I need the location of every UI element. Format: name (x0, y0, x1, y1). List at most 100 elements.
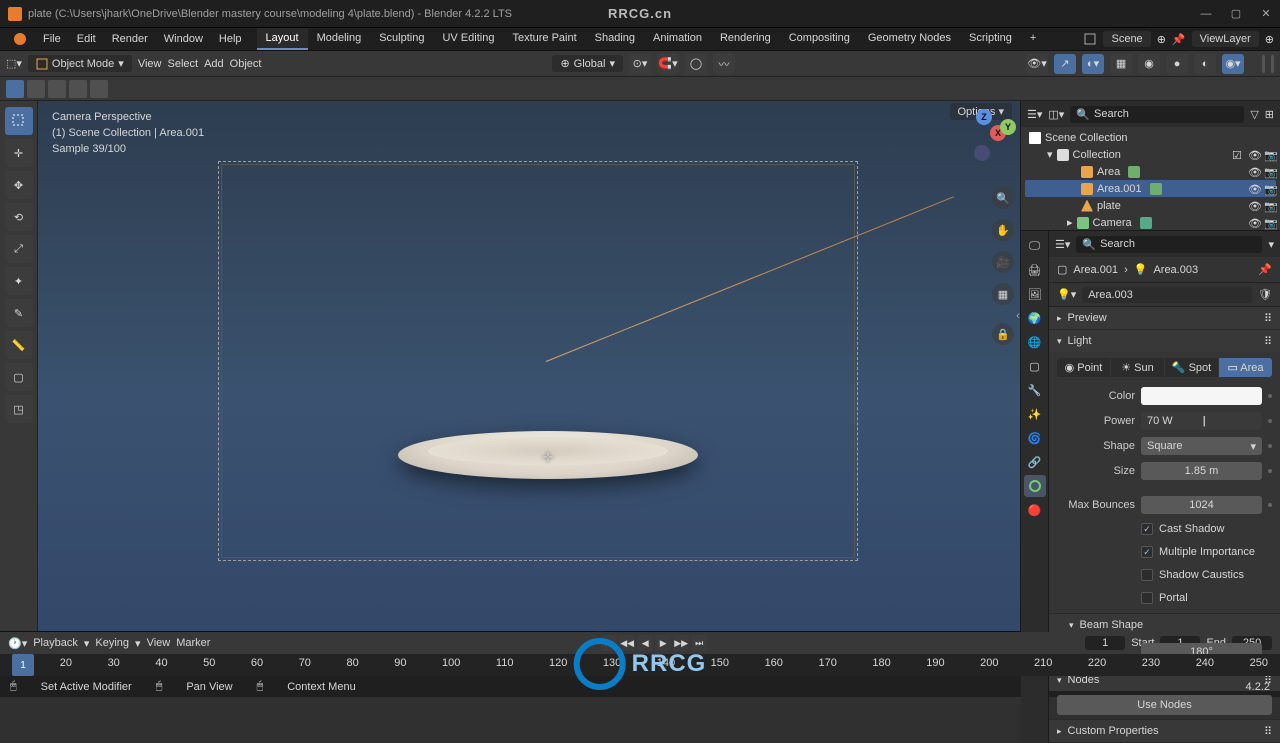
new-collection-icon[interactable]: ⊞ (1265, 108, 1274, 121)
size-field[interactable]: 1.85 m (1141, 462, 1262, 480)
outliner-scene-collection[interactable]: Scene Collection (1025, 129, 1276, 146)
eye-icon[interactable]: 👁 (1248, 166, 1260, 178)
menu-help[interactable]: Help (212, 30, 249, 48)
menu-object[interactable]: Object (230, 58, 262, 70)
pause-icon[interactable] (1262, 55, 1265, 73)
outliner-item-plate[interactable]: plate 👁📷 (1025, 197, 1276, 214)
outliner-collection[interactable]: ▾ Collection ☑👁📷 (1025, 146, 1276, 163)
anim-dot[interactable] (1268, 419, 1272, 423)
menu-select[interactable]: Select (167, 58, 198, 70)
select-box-icon[interactable] (6, 80, 24, 98)
shape-select[interactable]: Square▾ (1141, 437, 1262, 455)
menu-file[interactable]: File (36, 30, 68, 48)
anim-dot[interactable] (1268, 444, 1272, 448)
tab-texture[interactable]: Texture Paint (503, 28, 585, 50)
pivot-icon[interactable]: ⊙▾ (629, 54, 651, 74)
play-rev-icon[interactable]: ◀ (637, 635, 653, 651)
tool-move[interactable]: ✥ (5, 171, 33, 199)
eye-icon[interactable]: 👁 (1248, 217, 1260, 229)
select-mode-2-icon[interactable] (48, 80, 66, 98)
outliner-mode-icon[interactable]: ◫▾ (1048, 108, 1064, 121)
outliner-item-area[interactable]: Area 👁📷 (1025, 163, 1276, 180)
scene-pin-icon[interactable]: 📌 (1172, 33, 1186, 46)
tool-scale[interactable]: ⤢ (5, 235, 33, 263)
editor-type-icon[interactable]: ⬚▾ (6, 57, 22, 70)
key-next-icon[interactable]: ▶▶ (673, 635, 689, 651)
tab-shading[interactable]: Shading (586, 28, 644, 50)
scene-icon[interactable] (1083, 32, 1097, 46)
tab-render-icon[interactable]: 🖵 (1024, 235, 1046, 257)
chk-shadow-caustics[interactable] (1141, 569, 1153, 581)
menu-window[interactable]: Window (157, 30, 210, 48)
shade-matprev-icon[interactable]: ◐ (1194, 54, 1216, 74)
shade-wire-icon[interactable]: ◉ (1138, 54, 1160, 74)
tab-world-icon[interactable]: 🌐 (1024, 331, 1046, 353)
shade-render-icon[interactable]: ◉▾ (1222, 54, 1244, 74)
eye-icon[interactable]: 👁 (1248, 200, 1260, 212)
render-icon[interactable]: 📷 (1264, 217, 1276, 229)
tab-sculpting[interactable]: Sculpting (370, 28, 433, 50)
panel-light-header[interactable]: ▾Light⠿ (1049, 330, 1280, 352)
tab-geonodes[interactable]: Geometry Nodes (859, 28, 960, 50)
tab-add[interactable]: + (1021, 28, 1045, 50)
menu-render[interactable]: Render (105, 30, 155, 48)
crumb-obj[interactable]: Area.001 (1073, 264, 1118, 276)
menu-playback[interactable]: Playback (33, 637, 78, 649)
nav-gizmo[interactable]: X Y Z (956, 107, 1010, 161)
proportional-icon[interactable]: ◯ (685, 54, 707, 74)
timeline-ruler[interactable]: 1 10203040506070809010011012013014015016… (0, 654, 1280, 676)
mode-select[interactable]: Object Mode▾ (28, 55, 132, 72)
axis-neg-icon[interactable] (974, 145, 990, 161)
light-type-area[interactable]: ▭ Area (1219, 358, 1272, 377)
outliner-type-icon[interactable]: ☰▾ (1027, 108, 1042, 121)
light-type-point[interactable]: ◉ Point (1057, 358, 1110, 377)
panel-preview-header[interactable]: ▸Preview⠿ (1049, 307, 1280, 329)
tool-select-box[interactable] (5, 107, 33, 135)
outliner-item-area001[interactable]: Area.001 👁📷 (1025, 180, 1276, 197)
autokey-icon[interactable]: ● (589, 637, 596, 649)
render-icon[interactable]: 📷 (1264, 200, 1276, 212)
tab-constraint-icon[interactable]: 🔗 (1024, 451, 1046, 473)
jump-end-icon[interactable]: ⏭ (691, 635, 707, 651)
viewlayer-dropdown[interactable]: ViewLayer (1192, 31, 1259, 47)
render-icon[interactable]: 📷 (1264, 149, 1276, 161)
menu-view[interactable]: View (138, 58, 162, 70)
timeline-type-icon[interactable]: 🕐▾ (8, 637, 27, 650)
snap-icon[interactable]: 🧲▾ (657, 54, 679, 74)
select-mode-3-icon[interactable] (69, 80, 87, 98)
close-button[interactable]: ✕ (1260, 8, 1272, 20)
anim-dot[interactable] (1268, 503, 1272, 507)
props-search[interactable]: 🔍 Search (1076, 236, 1262, 253)
select-mode-4-icon[interactable] (90, 80, 108, 98)
npanel-toggle-icon[interactable]: ‹ (1014, 301, 1020, 331)
power-field[interactable]: 70 W| (1141, 412, 1262, 430)
chk-multiple-importance[interactable]: ✓ (1141, 546, 1153, 558)
camera-view-icon[interactable]: 🎥 (992, 251, 1014, 273)
tool-annotate[interactable]: ✎ (5, 299, 33, 327)
gizmo-toggle-icon[interactable]: ↗ (1054, 54, 1076, 74)
scene-dropdown[interactable]: Scene (1103, 31, 1150, 47)
tab-scripting[interactable]: Scripting (960, 28, 1021, 50)
use-nodes-button[interactable]: Use Nodes (1057, 695, 1272, 715)
play-icon[interactable]: ▶ (655, 635, 671, 651)
tab-physics-icon[interactable]: 🌀 (1024, 427, 1046, 449)
checkbox-icon[interactable]: ☑ (1232, 149, 1244, 161)
tab-object-icon[interactable]: ▢ (1024, 355, 1046, 377)
panel-custom-header[interactable]: ▸Custom Properties⠿ (1049, 720, 1280, 742)
menu-add[interactable]: Add (204, 58, 224, 70)
select-mode-1-icon[interactable] (27, 80, 45, 98)
filter-icon[interactable]: ▽ (1250, 108, 1258, 121)
pause-icon-2[interactable] (1271, 55, 1274, 73)
outliner-search[interactable]: 🔍 Search (1070, 106, 1244, 123)
tab-compositing[interactable]: Compositing (780, 28, 859, 50)
eye-icon[interactable]: 👁 (1248, 183, 1260, 195)
tab-material-icon[interactable]: 🔴 (1024, 499, 1046, 521)
tool-cursor[interactable]: ✛ (5, 139, 33, 167)
tool-transform[interactable]: ✦ (5, 267, 33, 295)
chk-cast-shadow[interactable]: ✓ (1141, 523, 1153, 535)
shield-icon[interactable]: 🛡 (1258, 288, 1272, 301)
eye-icon[interactable]: 👁 (1248, 149, 1260, 161)
persp-icon[interactable]: ▦ (992, 283, 1014, 305)
datablock-name[interactable]: Area.003 (1082, 287, 1252, 303)
viewlayer-new-icon[interactable]: ⊕ (1265, 33, 1274, 46)
